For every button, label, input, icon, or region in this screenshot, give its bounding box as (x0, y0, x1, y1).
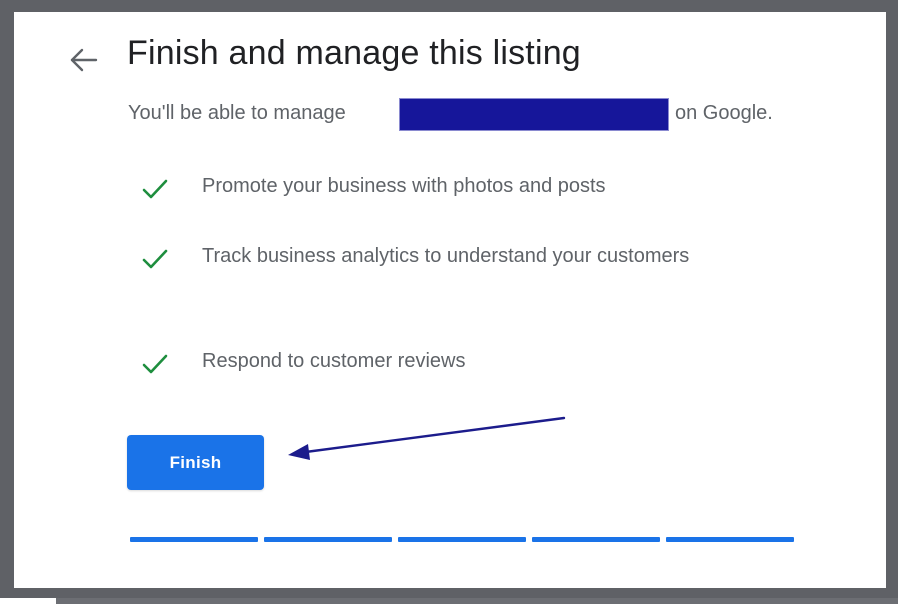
listing-card: Finish and manage this listing You'll be… (14, 12, 886, 588)
arrow-left-icon[interactable] (66, 42, 102, 78)
frame-border-right (886, 0, 898, 604)
subtitle-suffix: on Google. (675, 102, 773, 124)
progress-step (532, 537, 660, 542)
frame-border-bottom (0, 588, 898, 598)
redacted-business-name (399, 98, 669, 131)
check-icon (142, 354, 168, 374)
feature-text: Respond to customer reviews (202, 350, 466, 372)
frame-border-bottom-shadow (56, 598, 898, 604)
feature-text: Track business analytics to understand y… (202, 245, 690, 267)
finish-button[interactable]: Finish (127, 435, 264, 490)
feature-text: Promote your business with photos and po… (202, 175, 606, 197)
screenshot-frame: Finish and manage this listing You'll be… (0, 0, 898, 604)
progress-step (398, 537, 526, 542)
check-icon (142, 179, 168, 199)
subtitle-prefix: You'll be able to manage (128, 102, 346, 124)
frame-border-top (0, 0, 898, 12)
page-title: Finish and manage this listing (127, 34, 581, 72)
check-icon (142, 249, 168, 269)
annotation-arrow-icon (288, 416, 566, 460)
progress-step (130, 537, 258, 542)
frame-border-left (0, 0, 14, 590)
progress-stepper (130, 537, 794, 542)
progress-step (666, 537, 794, 542)
progress-step (264, 537, 392, 542)
